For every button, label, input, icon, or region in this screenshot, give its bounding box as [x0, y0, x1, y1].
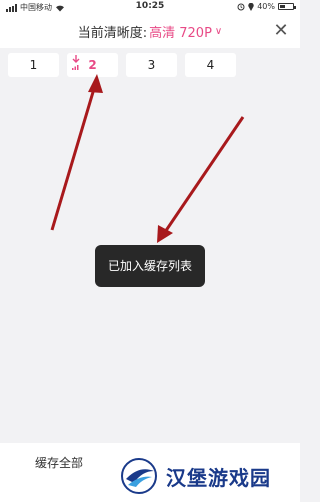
chevron-down-icon[interactable]: ∨: [215, 26, 222, 37]
watermark: 汉堡游戏园: [100, 450, 300, 502]
episode-button-1[interactable]: 1: [8, 53, 59, 77]
alarm-icon: [237, 3, 245, 10]
quality-selector[interactable]: 高清 720P: [149, 22, 212, 41]
quality-header: 当前清晰度: 高清 720P ∨ ✕: [0, 14, 300, 48]
episode-number: 2: [88, 58, 97, 72]
watermark-text: 汉堡游戏园: [166, 465, 271, 490]
episode-button-2[interactable]: 2: [67, 53, 118, 77]
watermark-logo-icon: [121, 458, 157, 494]
toast-message: 已加入缓存列表: [95, 245, 205, 287]
status-right: 40%: [237, 2, 296, 11]
episode-number: 1: [29, 58, 38, 72]
status-bar: 中国移动 10:25 40%: [0, 0, 300, 14]
quality-label: 当前清晰度:: [77, 25, 148, 41]
arrow-to-episode-2: [50, 74, 103, 231]
episode-button-4[interactable]: 4: [185, 53, 236, 77]
location-icon: [248, 2, 254, 11]
close-icon[interactable]: ✕: [270, 20, 292, 42]
episode-button-3[interactable]: 3: [126, 53, 177, 77]
episode-number: 4: [206, 58, 215, 72]
battery-percent: 40%: [257, 2, 275, 11]
episode-number: 3: [147, 58, 156, 72]
downloading-icon: [72, 55, 80, 70]
battery-icon: [278, 3, 296, 10]
episode-list: 1 2 3 4: [8, 53, 236, 77]
arrow-to-toast: [157, 116, 245, 243]
